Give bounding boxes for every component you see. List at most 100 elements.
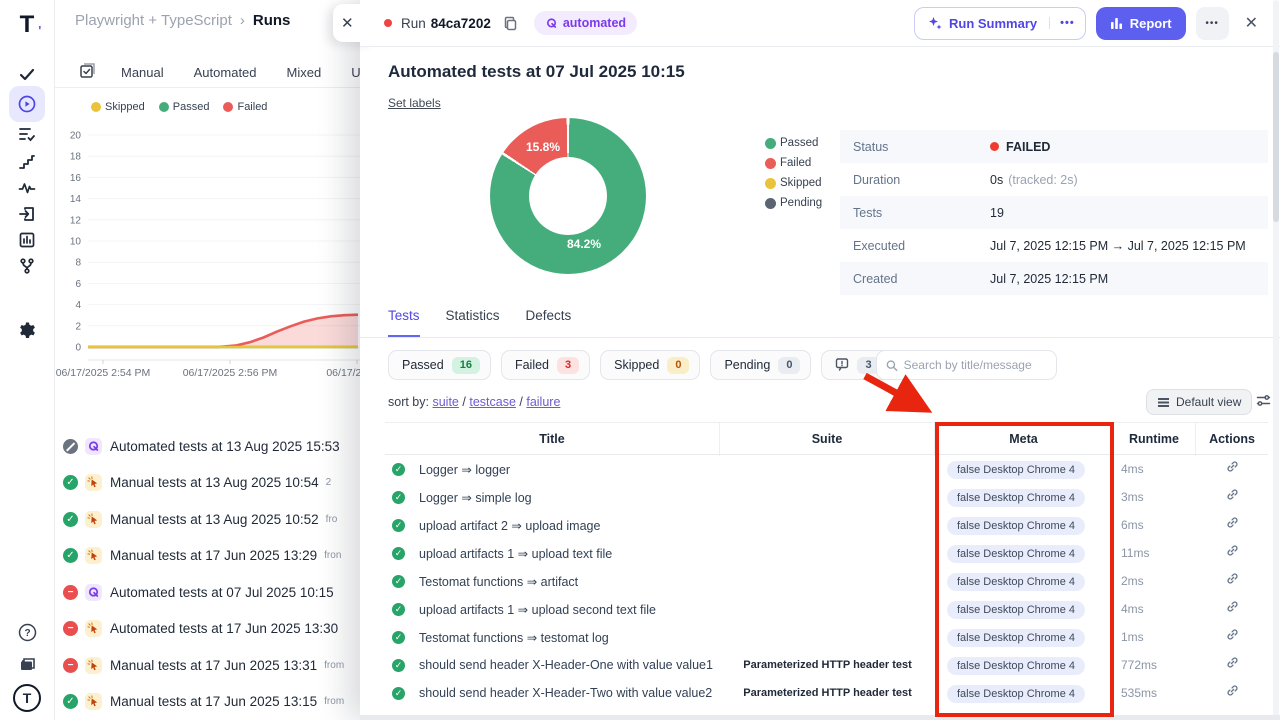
sort-suite-link[interactable]: suite — [432, 395, 458, 409]
test-link-action[interactable] — [1196, 572, 1268, 590]
test-runtime: 3ms — [1113, 490, 1196, 504]
user-avatar[interactable]: T — [13, 684, 41, 712]
passed-check-icon: ✓ — [392, 463, 405, 476]
import-icon[interactable] — [17, 204, 37, 224]
test-row[interactable]: ✓ Logger ⇒ simple log false Desktop Chro… — [385, 483, 1268, 511]
test-row[interactable]: ✓ Testomat functions ⇒ testomat log fals… — [385, 623, 1268, 651]
test-link-action[interactable] — [1196, 544, 1268, 562]
info-row: Executed Jul 7, 2025 12:15 PM → Jul 7, 2… — [840, 229, 1268, 262]
report-label: Report — [1130, 16, 1172, 31]
breadcrumb-project[interactable]: Playwright + TypeScript — [75, 12, 232, 29]
run-type-icon — [85, 620, 102, 637]
run-suffix: 2 — [326, 477, 332, 488]
test-runtime: 2ms — [1113, 574, 1196, 588]
search-input[interactable] — [904, 358, 1048, 372]
run-label: Run — [401, 16, 426, 31]
test-title: Logger ⇒ simple log — [419, 490, 532, 505]
detail-tabs: Tests Statistics Defects — [360, 308, 1280, 338]
info-value: FAILED — [990, 140, 1050, 154]
runs-icon-active[interactable] — [9, 86, 45, 122]
sort-failure-link[interactable]: failure — [526, 395, 560, 409]
plans-icon[interactable] — [17, 124, 37, 144]
legend-item: Passed — [765, 137, 822, 149]
test-row[interactable]: ✓ should send header X-Header-Two with v… — [385, 679, 1268, 707]
tests-icon[interactable] — [17, 64, 37, 84]
breadcrumb[interactable]: Playwright + TypeScript›Runs — [75, 12, 290, 29]
test-link-action[interactable] — [1196, 516, 1268, 534]
run-list-item[interactable]: ✓ Manual tests at 13 Aug 2025 10:52 fro — [55, 501, 360, 538]
runs-tab-unfini[interactable]: Unfini — [351, 65, 360, 80]
activity-icon[interactable] — [17, 178, 37, 198]
run-status-icon: − — [63, 585, 78, 600]
help-icon[interactable]: ? — [17, 622, 37, 642]
skipped-filter-pill[interactable]: Skipped 0 — [600, 350, 700, 380]
drawer-close-icon[interactable]: ✕ — [1245, 13, 1258, 33]
pending-filter-pill[interactable]: Pending 0 — [710, 350, 811, 380]
more-actions-button[interactable]: ••• — [1196, 7, 1229, 40]
test-link-action[interactable] — [1196, 656, 1268, 674]
run-summary-button[interactable]: Run Summary ••• — [914, 7, 1086, 40]
failed-dot-icon — [384, 19, 392, 27]
run-list-item[interactable]: − Manual tests at 17 Jun 2025 13:31 from — [55, 647, 360, 684]
test-row[interactable]: ✓ upload artifact 2 ⇒ upload image false… — [385, 511, 1268, 539]
column-header-title[interactable]: Title — [385, 423, 720, 456]
test-link-action[interactable] — [1196, 488, 1268, 506]
legend-dot — [765, 198, 776, 209]
test-row[interactable]: ✓ should send header X-Header-One with v… — [385, 651, 1268, 679]
test-title: should send header X-Header-One with val… — [419, 658, 713, 672]
branches-icon[interactable] — [17, 256, 37, 276]
test-suite: Parameterized HTTP header test — [720, 687, 935, 699]
trend-area-chart: 2018161412108642006/17/2025 2:54 PM06/17… — [55, 95, 360, 390]
test-link-action[interactable] — [1196, 600, 1268, 618]
set-labels-link[interactable]: Set labels — [388, 96, 441, 110]
test-link-action[interactable] — [1196, 628, 1268, 646]
test-title: upload artifacts 1 ⇒ upload second text … — [419, 602, 656, 617]
runs-tab-automated[interactable]: Automated — [194, 65, 257, 80]
run-summary-more-button[interactable]: ••• — [1049, 17, 1085, 29]
run-list-item[interactable]: − Automated tests at 07 Jul 2025 10:15 — [55, 574, 360, 611]
default-view-button[interactable]: Default view — [1146, 389, 1252, 415]
failed-filter-pill[interactable]: Failed 3 — [501, 350, 590, 380]
test-link-action[interactable] — [1196, 460, 1268, 478]
column-header-meta[interactable]: Meta — [935, 423, 1113, 456]
horizontal-scrollbar[interactable] — [360, 715, 1280, 720]
test-row[interactable]: ✓ Logger ⇒ logger false Desktop Chrome 4… — [385, 455, 1268, 483]
copy-icon[interactable] — [503, 16, 518, 31]
column-header-actions[interactable]: Actions — [1196, 423, 1268, 456]
view-settings-icon[interactable] — [1256, 393, 1271, 413]
column-header-runtime[interactable]: Runtime — [1113, 423, 1196, 456]
select-runs-icon[interactable] — [79, 63, 95, 82]
search-box[interactable] — [876, 350, 1057, 380]
test-row[interactable]: ✓ Testomat functions ⇒ artifact false De… — [385, 567, 1268, 595]
runs-tab-manual[interactable]: Manual — [121, 65, 164, 80]
test-row[interactable]: ✓ upload artifacts 1 ⇒ upload second tex… — [385, 595, 1268, 623]
milestones-icon[interactable] — [17, 152, 37, 172]
sort-testcase-link[interactable]: testcase — [469, 395, 516, 409]
app-logo[interactable]: T' — [12, 10, 42, 40]
run-list-item[interactable]: ✓ Manual tests at 17 Jun 2025 13:15 from — [55, 684, 360, 720]
test-title: upload artifact 2 ⇒ upload image — [419, 518, 600, 533]
svg-text:18: 18 — [70, 152, 82, 163]
report-button[interactable]: Report — [1096, 7, 1186, 40]
runs-tab-mixed[interactable]: Mixed — [287, 65, 322, 80]
svg-text:0: 0 — [75, 343, 81, 354]
test-row[interactable]: ✓ upload artifacts 1 ⇒ upload text file … — [385, 539, 1268, 567]
column-header-suite[interactable]: Suite — [720, 423, 935, 456]
run-list-item[interactable]: ✓ Manual tests at 17 Jun 2025 13:29 fron — [55, 538, 360, 575]
run-list-item[interactable]: Automated tests at 13 Aug 2025 15:53 — [55, 428, 360, 465]
passed-filter-pill[interactable]: Passed 16 — [388, 350, 491, 380]
test-link-action[interactable] — [1196, 684, 1268, 702]
vertical-scrollbar-thumb[interactable] — [1273, 52, 1279, 222]
comment-icon — [835, 357, 849, 374]
automated-badge[interactable]: automated — [534, 11, 637, 35]
settings-gear-icon[interactable] — [17, 320, 37, 340]
docs-icon[interactable] — [17, 654, 37, 674]
reports-icon[interactable] — [17, 230, 37, 250]
detail-tab-statistics[interactable]: Statistics — [446, 308, 500, 337]
run-list-item[interactable]: − Automated tests at 17 Jun 2025 13:30 — [55, 611, 360, 648]
detail-tab-tests[interactable]: Tests — [388, 308, 420, 337]
run-status-icon: − — [63, 621, 78, 636]
detail-tab-defects[interactable]: Defects — [526, 308, 572, 337]
run-type-icon — [85, 474, 102, 491]
run-list-item[interactable]: ✓ Manual tests at 13 Aug 2025 10:54 2 — [55, 465, 360, 502]
